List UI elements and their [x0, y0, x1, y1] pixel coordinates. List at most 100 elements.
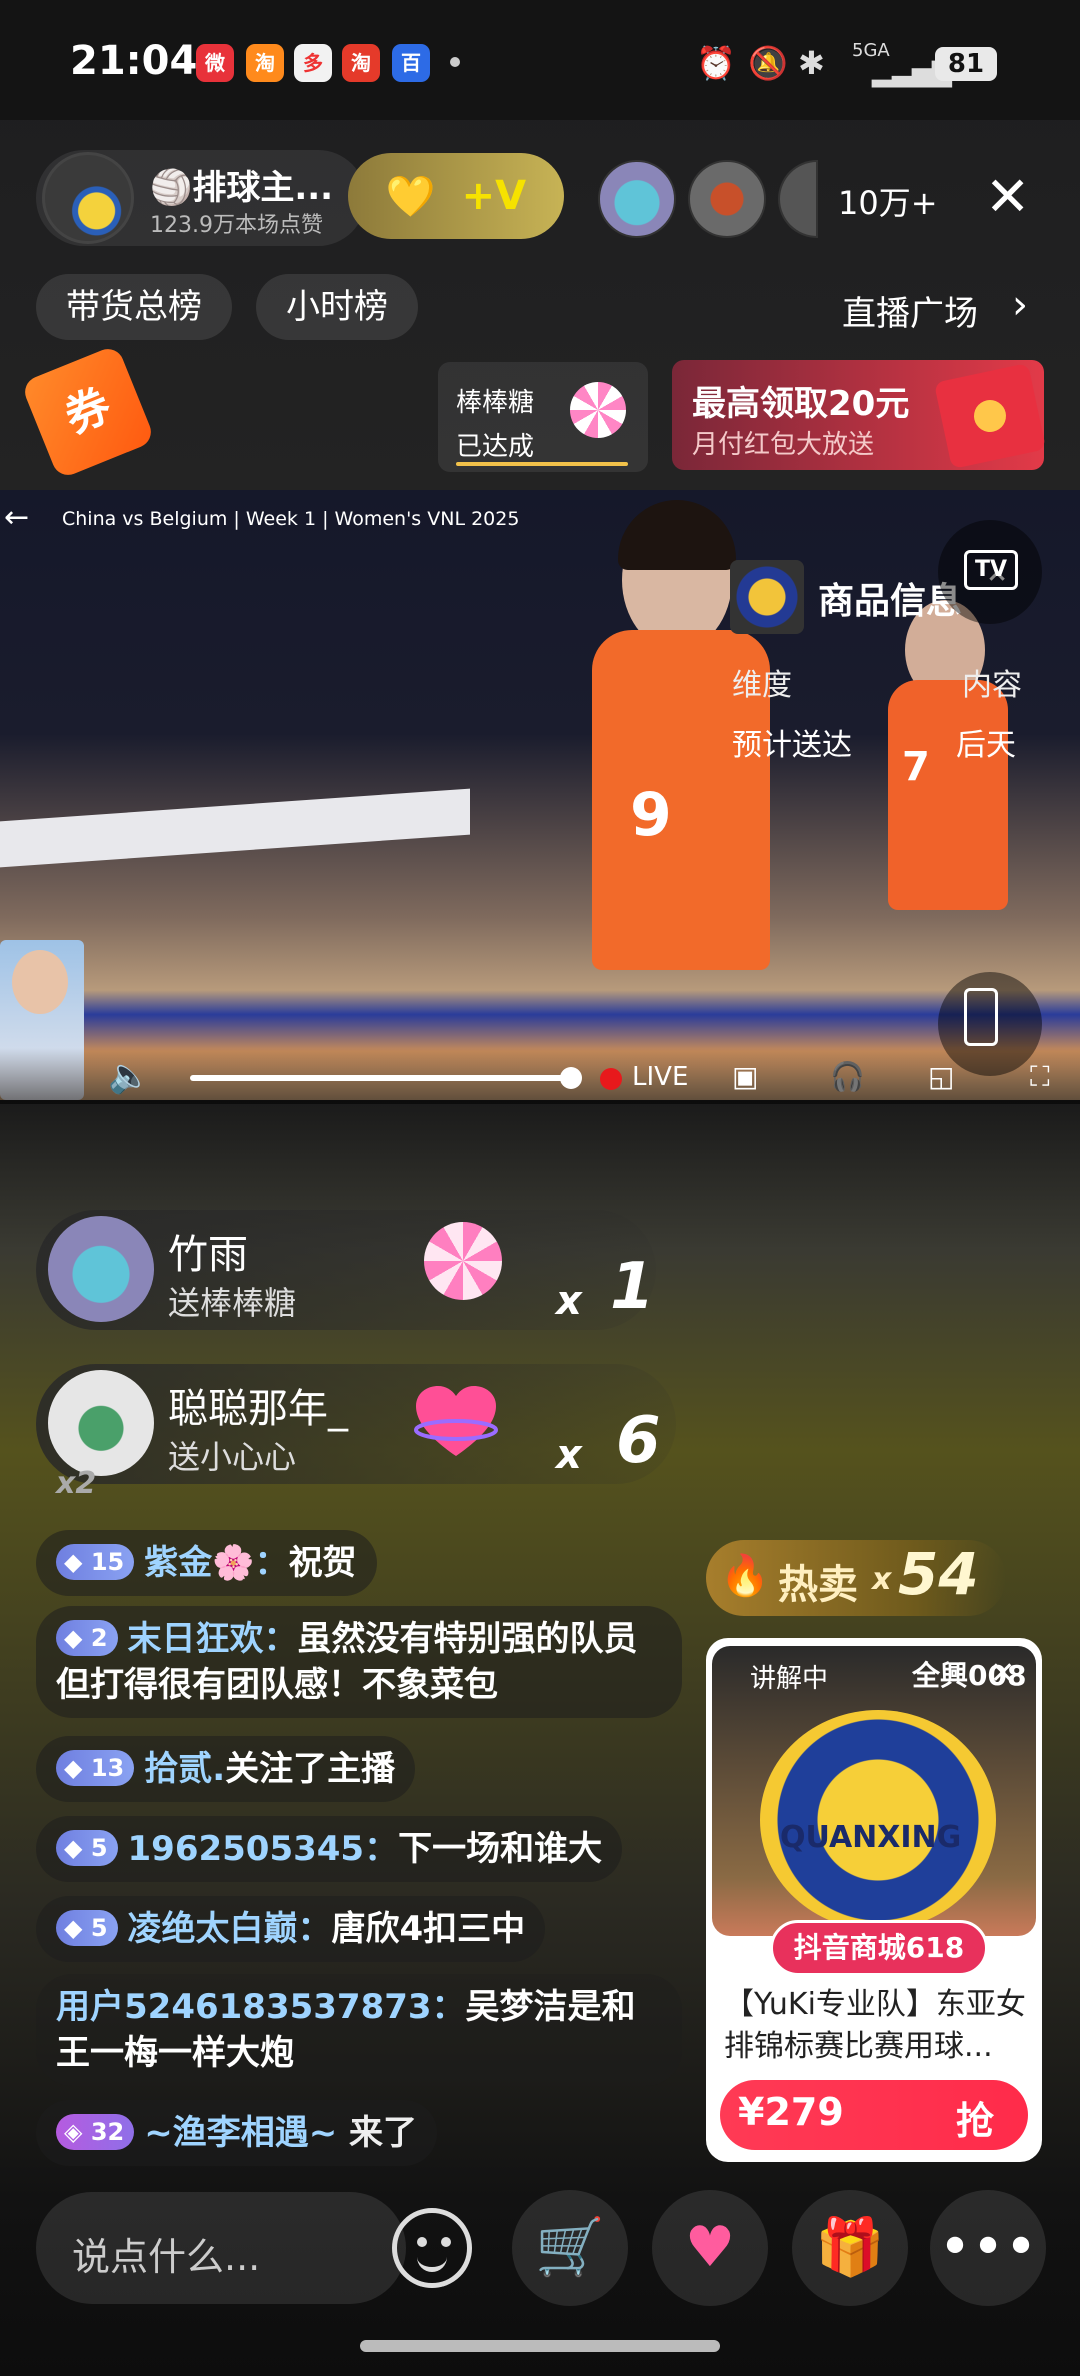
chat-text: 来了 [349, 2113, 418, 2153]
status-time: 21:04 [70, 38, 198, 84]
chat-text: 下一场和谁大 [398, 1829, 603, 1869]
home-indicator[interactable] [360, 2340, 720, 2352]
product-description[interactable]: 【YuKi专业队】东亚女排锦标赛比赛用球... [724, 1984, 1028, 2068]
captions-icon[interactable]: ▣ [732, 1060, 758, 1093]
fan-level-badge: ◆ 13 [56, 1750, 135, 1786]
gift-action: 送小心心 [168, 1438, 297, 1476]
chat-username[interactable]: 用户5246183537873： [56, 1987, 466, 2027]
product-thumbnail[interactable] [730, 560, 804, 634]
product-info-key: 预计送达 [732, 728, 852, 763]
mute-icon: 🔕 [748, 44, 788, 82]
red-packet-subtitle: 月付红包大放送 [692, 430, 875, 460]
picture-in-picture-icon[interactable]: ◱ [928, 1060, 954, 1093]
more-options-icon[interactable]: ••• [930, 2190, 1046, 2306]
follow-fan-club-button[interactable]: 💛 +V [348, 153, 564, 239]
host-likes: 123.9万本场点赞 [150, 213, 323, 238]
live-label: LIVE [632, 1062, 689, 1092]
gift-icon[interactable]: 🎁 [792, 2190, 908, 2306]
chat-username[interactable]: 末日狂欢： [128, 1619, 298, 1659]
gift-sender-avatar[interactable] [48, 1370, 154, 1476]
viewer-count[interactable]: 10万+ [838, 178, 938, 224]
mall-618-banner: 抖音商城618 [770, 1920, 988, 1976]
chat-message[interactable]: ◆ 15 紫金🌸：祝贺 [36, 1530, 377, 1596]
gift-task-progress [456, 462, 628, 466]
fullscreen-icon[interactable]: ⛶ [1030, 1060, 1050, 1094]
chat-message[interactable]: ◆ 5 凌绝太白巅：唐欣4扣三中 [36, 1896, 546, 1962]
fan-level-badge: ◆ 5 [56, 1830, 118, 1866]
product-info-value: 内容 [962, 668, 1022, 703]
hot-sale-label: 热卖 [778, 1562, 858, 1608]
more-notifications-dot [450, 57, 460, 67]
tab-sales-rank[interactable]: 带货总榜 [36, 274, 232, 340]
chat-text: 关注了主播 [225, 1749, 396, 1789]
jersey-number: 9 [630, 780, 672, 850]
chat-message[interactable]: ◆ 13 拾贰.关注了主播 [36, 1736, 416, 1802]
gift-task-title: 棒棒糖 [456, 388, 535, 418]
taobao-app-icon: 淘 [246, 44, 284, 82]
viewer-avatar[interactable] [598, 160, 676, 238]
jersey-number: 7 [902, 744, 930, 790]
chat-text: 祝贺 [288, 1543, 357, 1583]
chat-username[interactable]: 拾贰. [144, 1749, 225, 1789]
chat-message[interactable]: 用户5246183537873：吴梦洁是和王一梅一样大炮 [36, 1974, 682, 2086]
fire-icon: 🔥 [720, 1553, 770, 1599]
chat-username[interactable]: 凌绝太白巅： [128, 1909, 332, 1949]
chat-enter-message[interactable]: ◈ 32 ~渔李相遇~ 来了 [36, 2100, 438, 2166]
taobao-sale-app-icon: 淘 [342, 44, 380, 82]
tv-cast-button[interactable]: TV [938, 520, 1042, 624]
chevron-right-icon[interactable]: › [1012, 282, 1028, 328]
product-brand: QUANXING [780, 1820, 962, 1855]
gift-count: 6 [616, 1404, 661, 1478]
gift-task-status: 已达成 [456, 432, 535, 462]
back-arrow-icon[interactable]: ← [4, 500, 29, 535]
baidu-app-icon: 百 [392, 44, 430, 82]
live-dot [600, 1068, 622, 1090]
host-avatar[interactable] [42, 152, 134, 244]
battery-indicator: 81 [935, 47, 997, 81]
close-icon[interactable]: ✕ [990, 1656, 1015, 1691]
chat-message[interactable]: ◆ 5 1962505345：下一场和谁大 [36, 1816, 623, 1882]
player-image [888, 680, 1008, 910]
streamer-avatar [12, 950, 68, 1014]
tab-hourly-rank[interactable]: 小时榜 [256, 274, 418, 340]
chat-text: 唐欣4扣三中 [331, 1909, 526, 1949]
lollipop-gift-icon [424, 1222, 502, 1300]
gift-multiplier: x [556, 1432, 582, 1478]
chat-message[interactable]: ◆ 2 末日狂欢：虽然没有特别强的队员但打得很有团队感！不象菜包 [36, 1606, 682, 1718]
hot-sale-multiplier: x [872, 1562, 892, 1597]
close-icon[interactable]: ✕ [985, 165, 1030, 228]
heart-icon[interactable]: ♥ [652, 2190, 768, 2306]
volume-icon[interactable]: 🔈 [108, 1056, 150, 1096]
comment-placeholder[interactable]: 说点什么... [72, 2226, 260, 2281]
buy-button-label[interactable]: 抢 [956, 2090, 994, 2145]
host-name: 🏐排球主... [150, 168, 334, 208]
bluetooth-icon: ✱ [798, 44, 825, 82]
gift-sender-name: 聪聪那年_ [168, 1386, 348, 1432]
lollipop-icon [570, 382, 626, 438]
gift-action: 送棒棒糖 [168, 1284, 297, 1322]
gift-sender-name: 竹雨 [168, 1232, 248, 1278]
chat-username[interactable]: 1962505345： [128, 1829, 399, 1869]
fan-level-badge: ◆ 5 [56, 1910, 118, 1946]
explaining-tag: 讲解中 [750, 1664, 829, 1694]
emoji-icon[interactable] [392, 2208, 472, 2288]
gift-multiplier: x [556, 1278, 582, 1324]
viewer-avatar[interactable] [688, 160, 766, 238]
viewer-avatar[interactable] [778, 160, 818, 238]
red-packet-title: 最高领取20元 [692, 384, 910, 424]
shopping-cart-icon[interactable]: 🛒 [512, 2190, 628, 2306]
gift-sender-avatar[interactable] [48, 1216, 154, 1322]
live-plaza-link[interactable]: 直播广场 [842, 286, 978, 335]
weibo-app-icon: 微 [196, 44, 234, 82]
product-info-value: 后天 [956, 728, 1016, 763]
gift-count: 1 [610, 1250, 655, 1324]
chat-username[interactable]: ~渔李相遇~ [144, 2113, 337, 2153]
heart-plus-icon: 💛 [385, 173, 436, 220]
fan-level-badge: ◆ 2 [56, 1620, 118, 1656]
video-progress-bar[interactable] [190, 1075, 572, 1081]
progress-knob[interactable] [560, 1067, 582, 1089]
headphones-icon[interactable]: 🎧 [830, 1060, 865, 1093]
chat-username[interactable]: 紫金🌸： [144, 1543, 288, 1583]
product-price: ¥279 [738, 2090, 844, 2134]
coupon-icon[interactable]: 券 [20, 344, 156, 480]
